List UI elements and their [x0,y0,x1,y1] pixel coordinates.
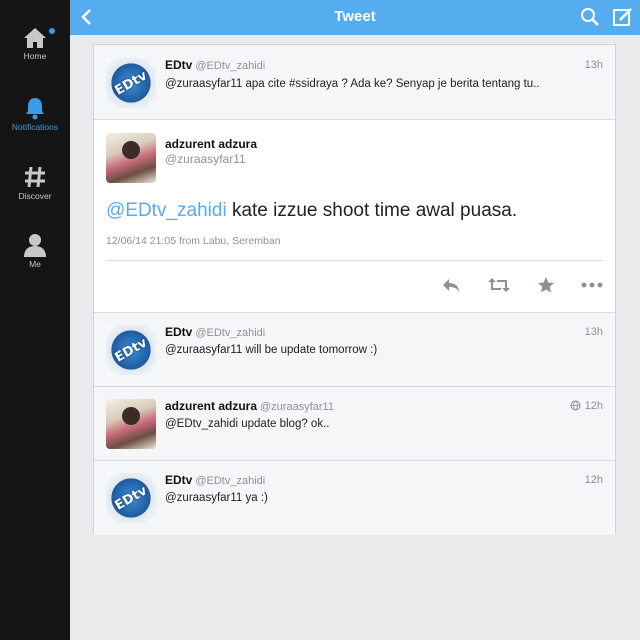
tweet-author: EDtv @EDtv_zahidi [165,325,266,339]
tweet-time: 12h [584,474,603,486]
avatar[interactable]: EDtv [106,58,156,108]
bell-icon [26,98,44,120]
hashtag-icon [25,166,45,188]
avatar[interactable] [106,399,156,449]
mention-link[interactable]: @EDtv_zahidi [106,200,227,221]
tweet-meta: 12/06/14 21:05 from Labu, Seremban [106,235,281,247]
favorite-star-icon[interactable] [537,276,555,294]
page-title: Tweet [334,8,376,25]
tweet-handle: @EDtv_zahidi [195,475,266,487]
tweet-handle: @zuraasyfar11 [260,401,334,413]
nav-notifications[interactable]: Notifications [0,96,70,132]
nav-notifications-label: Notifications [11,122,59,132]
nav-home[interactable]: Home [0,27,70,61]
tweet-text: @zuraasyfar11 apa cite #ssidraya ? Ada k… [165,78,540,90]
nav-discover-label: Discover [18,191,52,201]
tweet-text: @zuraasyfar11 will be update tomorrow :) [165,344,378,356]
sidebar: Home Notifications Discover Me [0,0,70,640]
avatar[interactable]: EDtv [106,325,156,375]
tweet-time: 13h [584,326,603,338]
tweet-text: @EDtv_zahidi kate izzue shoot time awal … [106,200,518,221]
tweet-row[interactable]: adzurent adzura @zuraasyfar11 12h @EDtv_z… [94,387,615,461]
tweet-row[interactable]: EDtv EDtv @EDtv_zahidi 13h @zuraasyfar11 … [94,313,615,387]
tweet-row[interactable]: EDtv EDtv @EDtv_zahidi 12h @zuraasyfar11 … [94,461,615,535]
reply-icon[interactable] [441,277,461,293]
more-icon[interactable] [581,282,603,288]
nav-me-label: Me [29,259,41,269]
compose-icon[interactable] [612,6,634,28]
tweet-author: adzurent adzura @zuraasyfar11 [165,399,334,413]
unread-dot [49,28,55,34]
tweet-handle: @EDtv_zahidi [195,327,266,339]
tweet-author: adzurent adzura [165,137,258,151]
tweet-time: 12h [570,400,603,412]
nav-home-label: Home [23,51,47,61]
tweet-handle: @EDtv_zahidi [195,60,266,72]
divider [106,260,603,261]
top-bar: Tweet [70,0,640,35]
tweet-text: @EDtv_zahidi update blog? ok.. [165,418,330,430]
tweet-row[interactable]: EDtv EDtv @EDtv_zahidi 13h @zuraasyfar11 … [94,45,615,120]
conversation-panel: EDtv EDtv @EDtv_zahidi 13h @zuraasyfar11 … [93,44,616,535]
search-icon[interactable] [580,7,600,27]
tweet-actions [441,276,603,294]
nav-me[interactable]: Me [0,233,70,269]
tweet-author: EDtv @EDtv_zahidi [165,473,266,487]
retweet-icon[interactable] [487,277,511,293]
tweet-text: @zuraasyfar11 ya :) [165,492,268,504]
avatar[interactable] [106,133,156,183]
home-icon [24,28,46,48]
avatar[interactable]: EDtv [106,473,156,523]
tweet-handle: @zuraasyfar11 [165,152,246,166]
focused-tweet: adzurent adzura @zuraasyfar11 @EDtv_zahi… [94,120,615,313]
tweet-time: 13h [584,59,603,71]
nav-discover[interactable]: Discover [0,165,70,201]
person-icon [24,234,46,257]
globe-icon [570,400,581,411]
tweet-author: EDtv @EDtv_zahidi [165,58,266,72]
